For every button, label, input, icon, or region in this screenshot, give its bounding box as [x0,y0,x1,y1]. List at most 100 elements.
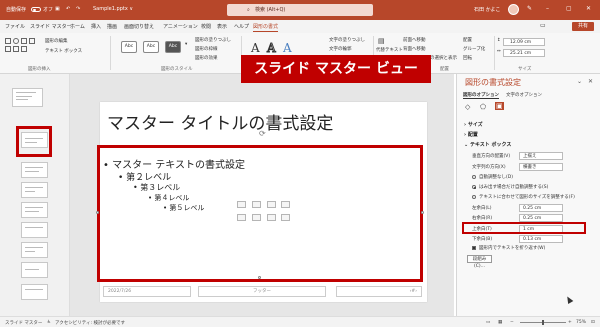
undo-icon[interactable]: ↶ [66,6,70,12]
redo-icon[interactable]: ↷ [76,6,80,12]
alt-text-icon[interactable]: ▤ [378,37,385,45]
master-title-placeholder[interactable]: マスター タイトルの書式設定 [107,109,333,134]
effects-icon[interactable]: ⬠ [480,103,486,111]
layout-thumbnail-2[interactable] [21,162,48,178]
tab-home[interactable]: ホーム [70,23,85,30]
style-swatch-1[interactable]: Abc [121,41,137,53]
size-properties-icon[interactable]: ▣ [495,102,504,110]
valign-select[interactable]: 上揃え [519,152,563,160]
share-button[interactable]: 共有 [572,22,594,31]
right-margin-field[interactable]: 0.25 cm [519,214,563,222]
style-swatch-3[interactable]: Abc [165,41,181,53]
layout-thumbnail-6[interactable] [21,242,48,258]
accessibility-status[interactable]: アクセシビリティ: 検討が必要です [55,320,125,326]
triangle-icon[interactable] [5,46,11,52]
autosave-toggle[interactable] [31,7,41,12]
wrap-text-checkbox[interactable] [472,246,476,250]
wordart-style-3[interactable]: A [283,41,292,55]
align-button[interactable]: 配置 [463,37,472,43]
insert-chart-icon[interactable] [252,201,261,208]
tab-draw[interactable]: 描画 [107,23,117,30]
normal-view-icon[interactable]: ▭ [486,320,490,325]
arrow-shape-icon[interactable] [29,38,35,44]
layout-thumbnail-3[interactable] [21,182,48,198]
bring-forward-button[interactable]: 前面へ移動 [403,37,426,43]
footer-slide-number[interactable]: ‹#› [336,286,422,297]
file-name[interactable]: Sample1.pptx ∨ [93,6,133,12]
callout-icon[interactable] [13,46,19,52]
tab-transitions[interactable]: 画面切り替え [124,23,154,30]
insert-icon-icon[interactable] [281,214,290,221]
accessibility-icon[interactable]: ♿ [47,320,51,325]
insert-table-icon[interactable] [237,201,246,208]
insert-stock-image-icon[interactable] [252,214,261,221]
rectangle-icon[interactable] [5,38,11,44]
tab-shape-format[interactable]: 図形の書式 [253,23,279,32]
search-box[interactable]: ⌕ 検索 (Alt+Q) [227,4,373,16]
autofit-off-radio[interactable] [472,175,476,179]
layout-thumbnail-7[interactable] [21,262,48,278]
tab-animations[interactable]: アニメーション [163,23,198,30]
maximize-icon[interactable]: ▢ [566,5,572,12]
footer-date[interactable]: 2022/7/26 [103,286,191,297]
section-size[interactable]: › サイズ [464,121,483,128]
oval-icon[interactable] [13,38,19,44]
insert-smartart-icon[interactable] [267,201,276,208]
send-backward-button[interactable]: 背面へ移動 [403,46,426,52]
layout-thumbnail-4[interactable] [21,202,48,218]
tab-shape-options[interactable]: 図形のオプション [463,92,499,99]
shape-effects-button[interactable]: 図形の効果 [195,55,218,61]
wordart-style-1[interactable]: A [251,41,260,55]
text-direction-select[interactable]: 横書き [519,163,563,171]
group-button[interactable]: グループ化 [463,46,485,52]
close-icon[interactable]: ✕ [588,78,593,85]
line-icon[interactable] [21,38,27,44]
zoom-out-icon[interactable]: − [510,320,514,325]
tab-file[interactable]: ファイル [5,23,25,30]
comment-icon[interactable]: ▭ [540,22,546,29]
resize-handle-left[interactable] [96,211,99,214]
tab-slide-master[interactable]: スライド マスター [30,23,72,30]
text-outline-button[interactable]: 文字の輪郭 [329,46,352,52]
autofit-resize-radio[interactable] [472,195,476,199]
tab-help[interactable]: ヘルプ [234,23,249,30]
layout-thumbnail-8[interactable] [21,284,48,300]
tab-text-options[interactable]: 文字のオプション [506,92,542,98]
rotate-handle-icon[interactable]: ⟳ [259,129,266,138]
footer-text[interactable]: フッター [198,286,326,297]
tab-review[interactable]: 校閲 [201,23,211,30]
insert-3d-model-icon[interactable] [281,201,290,208]
styles-more-icon[interactable]: ▾ [185,42,187,47]
layout-thumbnail-5[interactable] [21,222,48,238]
close-icon[interactable]: ✕ [586,5,591,12]
tab-insert[interactable]: 挿入 [91,23,101,30]
section-properties[interactable]: › 配置 [464,131,478,138]
width-field[interactable]: 25.21 cm [503,49,545,57]
text-fill-button[interactable]: 文字の塗りつぶし [329,37,365,43]
rotate-button[interactable]: 回転 [463,55,472,61]
zoom-level[interactable]: 75% [576,320,586,325]
shape-fill-button[interactable]: 図形の塗りつぶし [195,37,231,43]
zoom-slider-handle[interactable] [542,320,544,325]
fit-window-icon[interactable]: ⊡ [591,320,595,325]
columns-button[interactable]: 段組み(C)... [467,255,492,269]
chevron-down-icon[interactable]: ⌄ [577,78,582,85]
minimize-icon[interactable]: – [546,5,549,12]
autofit-shrink-radio[interactable] [472,185,476,189]
wordart-style-2[interactable]: A [267,41,277,56]
bottom-margin-field[interactable]: 0.13 cm [519,235,563,243]
section-textbox[interactable]: ⌄ テキスト ボックス [464,141,511,148]
zoom-in-icon[interactable]: + [568,320,572,325]
resize-handle-right[interactable] [421,211,424,214]
height-field[interactable]: 12.09 cm [503,38,545,46]
resize-handle-bottom[interactable] [258,276,261,279]
star-icon[interactable] [21,46,27,52]
slide-sorter-icon[interactable]: ▦ [498,320,502,325]
style-swatch-2[interactable]: Abc [143,41,159,53]
avatar[interactable] [508,4,519,15]
fill-line-icon[interactable]: ◇ [465,103,470,111]
pen-icon[interactable]: ✎ [527,5,532,12]
textbox-button[interactable]: テキスト ボックス [45,48,82,54]
save-icon[interactable]: ▣ [55,6,60,12]
shape-outline-button[interactable]: 図形の枠線 [195,46,218,52]
